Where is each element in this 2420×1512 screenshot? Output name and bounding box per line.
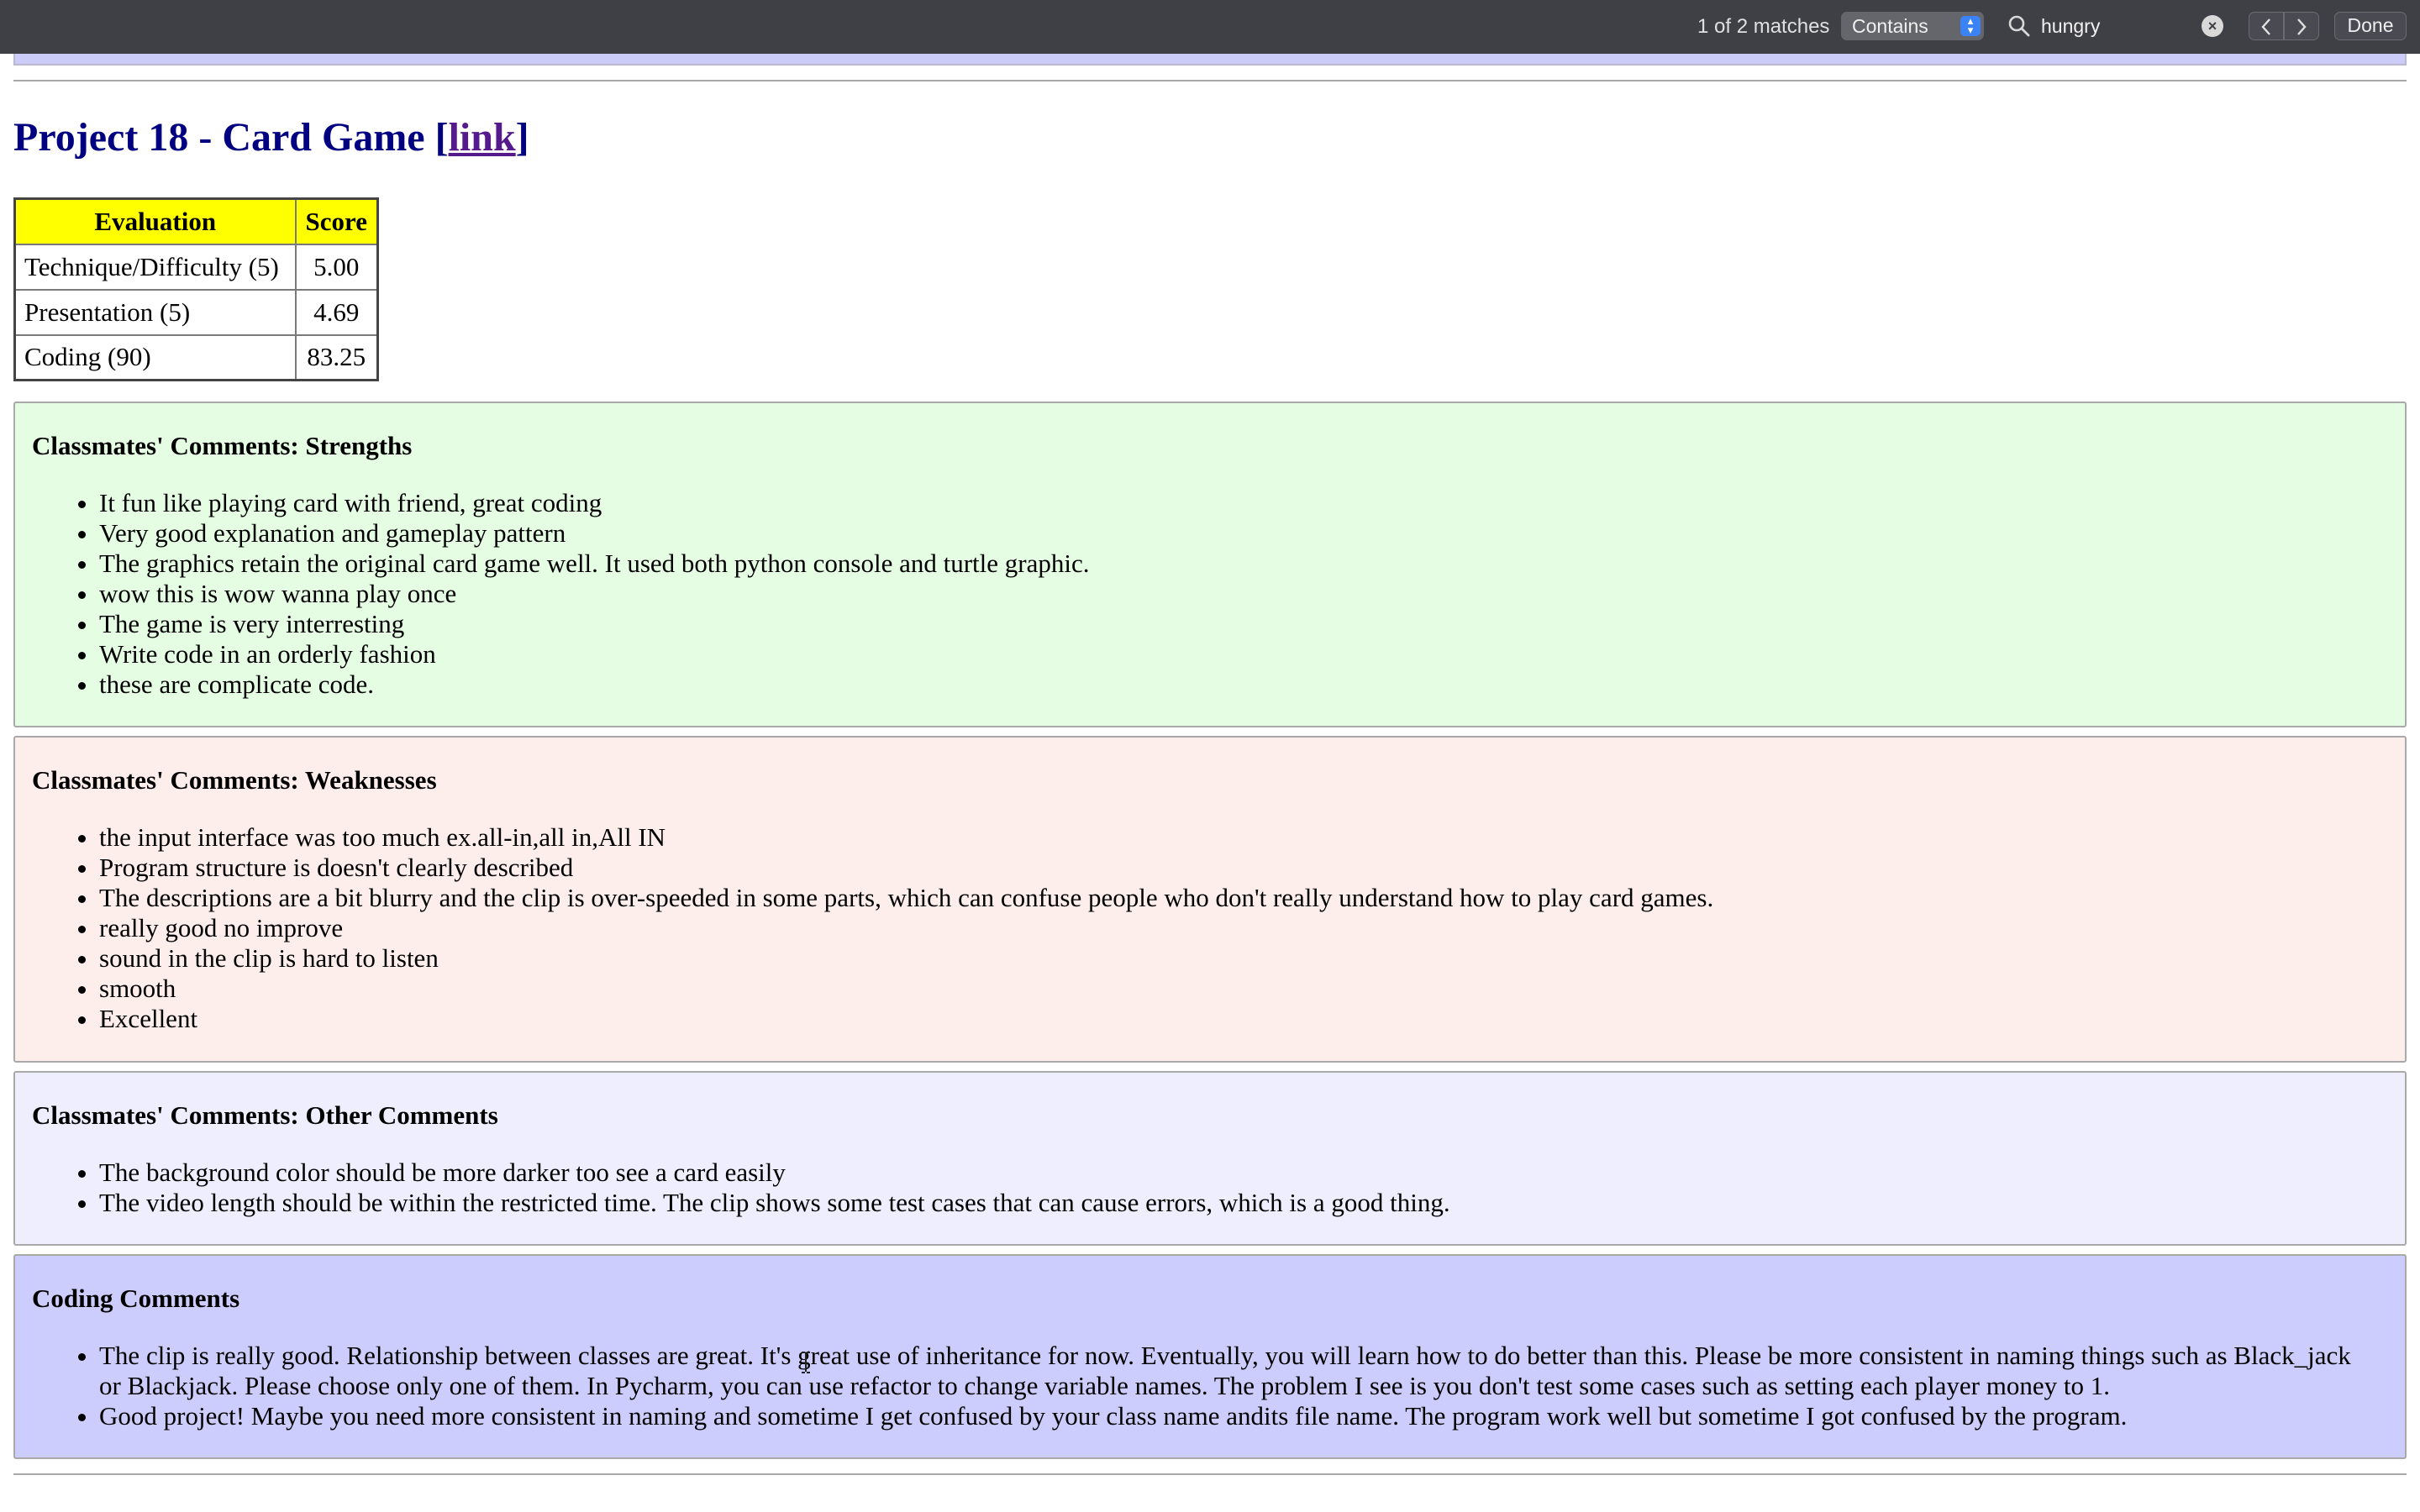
coding-comments-heading: Coding Comments: [32, 1284, 240, 1313]
list-item: The graphics retain the original card ga…: [99, 549, 1089, 579]
updown-arrows-icon: ▴ ▾: [1960, 15, 1981, 36]
list-item: Write code in an orderly fashion: [99, 639, 1089, 669]
search-icon: [2008, 15, 2030, 37]
chevron-left-icon: [2261, 18, 2270, 35]
table-header-row: Evaluation Score: [13, 197, 379, 245]
list-item: The video length should be within the re…: [99, 1188, 1450, 1218]
column-header-evaluation: Evaluation: [13, 197, 297, 245]
list-item: Very good explanation and gameplay patte…: [99, 518, 1089, 549]
list-item: the input interface was too much ex.all-…: [99, 822, 1713, 853]
list-item: It fun like playing card with friend, gr…: [99, 488, 1089, 518]
evaluation-label: Technique/Difficulty (5): [13, 243, 297, 291]
column-header-score: Score: [294, 197, 379, 245]
list-item: The game is very interresting: [99, 609, 1089, 639]
list-item: The clip is really good. Relationship be…: [99, 1341, 2351, 1401]
weaknesses-box: Classmates' Comments: Weaknesses the inp…: [13, 736, 2407, 1063]
other-comments-box: Classmates' Comments: Other Comments The…: [13, 1071, 2407, 1246]
project-title-end: ]: [515, 115, 529, 160]
find-bar: 1 of 2 matches Contains ▴▾ × Done: [0, 0, 2420, 54]
evaluation-score: 4.69: [294, 288, 379, 336]
next-match-button[interactable]: [2284, 12, 2319, 40]
table-row: Coding (90) 83.25: [13, 333, 379, 381]
list-item: these are complicate code.: [99, 669, 1089, 700]
divider: [13, 80, 2407, 81]
evaluation-table: Evaluation Score Technique/Difficulty (5…: [13, 197, 379, 381]
project-title: Project 18 - Card Game [link]: [13, 113, 529, 163]
list-item: smooth: [99, 974, 1713, 1004]
find-search-field[interactable]: ×: [2001, 10, 2236, 42]
list-item: wow this is wow wanna play once: [99, 579, 1089, 609]
strengths-box: Classmates' Comments: Strengths It fun l…: [13, 402, 2407, 727]
other-comments-list: The background color should be more dark…: [32, 1158, 1450, 1218]
evaluation-score: 5.00: [294, 243, 379, 291]
done-button[interactable]: Done: [2334, 12, 2407, 40]
other-comments-heading: Classmates' Comments: Other Comments: [32, 1100, 498, 1130]
evaluation-label: Presentation (5): [13, 288, 297, 336]
list-item: really good no improve: [99, 913, 1713, 943]
match-mode-label: Contains: [1852, 15, 1928, 37]
list-item: The background color should be more dark…: [99, 1158, 1450, 1188]
previous-match-button[interactable]: [2249, 12, 2284, 40]
match-count: 1 of 2 matches: [1697, 15, 1830, 38]
list-item: Program structure is doesn't clearly des…: [99, 853, 1713, 883]
list-item: Excellent: [99, 1004, 1713, 1034]
list-item: Good project! Maybe you need more consis…: [99, 1401, 2351, 1431]
strengths-list: It fun like playing card with friend, gr…: [32, 488, 1089, 700]
weaknesses-list: the input interface was too much ex.all-…: [32, 822, 1713, 1034]
strengths-heading: Classmates' Comments: Strengths: [32, 431, 413, 460]
match-mode-select[interactable]: Contains ▴ ▾: [1841, 12, 1984, 40]
project-link[interactable]: link: [449, 115, 516, 160]
table-row: Technique/Difficulty (5) 5.00: [13, 243, 379, 291]
coding-comments-box: Coding Comments The clip is really good.…: [13, 1254, 2407, 1459]
evaluation-label: Coding (90): [13, 333, 297, 381]
list-item: The descriptions are a bit blurry and th…: [99, 883, 1713, 913]
clear-icon[interactable]: ×: [2202, 15, 2223, 37]
text-cursor-icon: [802, 1352, 810, 1373]
weaknesses-heading: Classmates' Comments: Weaknesses: [32, 765, 437, 795]
previous-section-box: [13, 54, 2407, 66]
evaluation-score: 83.25: [294, 333, 379, 381]
chevron-right-icon: [2297, 18, 2307, 35]
list-item: sound in the clip is hard to listen: [99, 943, 1713, 974]
table-row: Presentation (5) 4.69: [13, 288, 379, 336]
coding-comments-list: The clip is really good. Relationship be…: [32, 1341, 2351, 1431]
divider: [13, 1473, 2407, 1475]
find-search-input[interactable]: [2041, 13, 2184, 39]
project-title-text: Project 18 - Card Game [: [13, 115, 449, 160]
